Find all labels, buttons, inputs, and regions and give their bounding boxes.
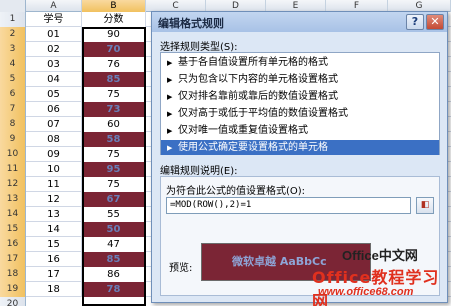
student-id-cell[interactable]: 13 xyxy=(26,207,82,222)
student-id-cell[interactable]: 06 xyxy=(26,102,82,117)
student-id-cell[interactable]: 12 xyxy=(26,192,82,207)
row-header[interactable]: 16 xyxy=(0,237,26,252)
row-header[interactable]: 12 xyxy=(0,177,26,192)
score-cell[interactable]: 60 xyxy=(82,117,146,132)
close-button[interactable]: ✕ xyxy=(426,14,444,30)
row-header[interactable]: 17 xyxy=(0,252,26,267)
column-header-a[interactable]: A xyxy=(26,0,82,12)
score-cell[interactable]: 76 xyxy=(82,57,146,72)
row-header[interactable]: 2 xyxy=(0,27,26,42)
row-header[interactable]: 5 xyxy=(0,72,26,87)
student-id-cell[interactable]: 15 xyxy=(26,237,82,252)
row-header[interactable]: 6 xyxy=(0,87,26,102)
row-header[interactable]: 7 xyxy=(0,102,26,117)
student-id-cell[interactable]: 05 xyxy=(26,87,82,102)
rule-type-item[interactable]: ▶ 仅对排名靠前或靠后的数值设置格式 xyxy=(161,89,439,104)
triangle-right-icon: ▶ xyxy=(167,93,173,101)
row-header[interactable]: 3 xyxy=(0,42,26,57)
rule-type-list[interactable]: ▶ 基于各自值设置所有单元格的格式 ▶ 只为包含以下内容的单元格设置格式 ▶ 仅对排名… xyxy=(160,52,440,155)
student-id-cell[interactable]: 17 xyxy=(26,267,82,282)
formula-input[interactable]: =MOD(ROW(),2)=1 xyxy=(166,197,411,214)
student-id-cell[interactable]: 03 xyxy=(26,57,82,72)
formula-label: 为符合此公式的值设置格式(O): xyxy=(166,186,306,197)
score-cell[interactable]: 75 xyxy=(82,87,146,102)
rule-type-item[interactable]: ▶ 基于各自值设置所有单元格的格式 xyxy=(161,55,439,70)
dialog-titlebar[interactable]: 编辑格式规则 ? ✕ xyxy=(152,12,447,32)
preview-label: 预览: xyxy=(169,263,193,274)
student-id-cell[interactable]: 14 xyxy=(26,222,82,237)
triangle-right-icon: ▶ xyxy=(167,127,173,135)
score-cell[interactable]: 86 xyxy=(82,267,146,282)
score-cell[interactable]: 75 xyxy=(82,177,146,192)
triangle-right-icon: ▶ xyxy=(167,110,173,118)
row-header[interactable]: 14 xyxy=(0,207,26,222)
triangle-right-icon: ▶ xyxy=(167,144,173,152)
row-header[interactable]: 19 xyxy=(0,282,26,297)
score-cell[interactable]: 95 xyxy=(82,162,146,177)
row-header[interactable]: 10 xyxy=(0,147,26,162)
student-id-cell[interactable]: 07 xyxy=(26,117,82,132)
cell-a1[interactable]: 学号 xyxy=(26,12,82,27)
column-header-b[interactable]: B xyxy=(82,0,146,12)
score-cell[interactable]: 78 xyxy=(82,282,146,297)
row-header[interactable]: 20 xyxy=(0,297,26,306)
row-header[interactable]: 18 xyxy=(0,267,26,282)
student-id-cell[interactable]: 11 xyxy=(26,177,82,192)
triangle-right-icon: ▶ xyxy=(167,76,173,84)
cell-b1[interactable]: 分数 xyxy=(82,12,146,27)
score-cell[interactable]: 75 xyxy=(82,147,146,162)
student-id-cell[interactable]: 10 xyxy=(26,162,82,177)
row-header[interactable]: 8 xyxy=(0,117,26,132)
rule-type-item[interactable]: ▶ 仅对唯一值或重复值设置格式 xyxy=(161,123,439,138)
student-id-cell[interactable]: 02 xyxy=(26,42,82,57)
student-id-cell[interactable]: 09 xyxy=(26,147,82,162)
dialog-title: 编辑格式规则 xyxy=(158,17,224,30)
score-cell[interactable]: 67 xyxy=(82,192,146,207)
help-button[interactable]: ? xyxy=(406,14,424,30)
row-header[interactable]: 13 xyxy=(0,192,26,207)
range-select-icon[interactable]: ◧ xyxy=(416,197,434,214)
rule-type-item-selected[interactable]: ▶ 使用公式确定要设置格式的单元格 xyxy=(161,140,439,155)
rule-type-item[interactable]: ▶ 只为包含以下内容的单元格设置格式 xyxy=(161,72,439,87)
student-id-cell[interactable]: 04 xyxy=(26,72,82,87)
score-cell[interactable]: 73 xyxy=(82,102,146,117)
score-cell[interactable]: 55 xyxy=(82,207,146,222)
select-all-corner[interactable] xyxy=(0,0,26,12)
rule-description-panel: 为符合此公式的值设置格式(O): =MOD(ROW(),2)=1 ◧ 预览: 微… xyxy=(160,176,440,296)
score-cell[interactable]: 47 xyxy=(82,237,146,252)
edit-format-rule-dialog: 编辑格式规则 ? ✕ 选择规则类型(S): ▶ 基于各自值设置所有单元格的格式 ▶… xyxy=(151,11,448,303)
score-cell[interactable]: 70 xyxy=(82,42,146,57)
row-header[interactable]: 9 xyxy=(0,132,26,147)
select-rule-type-label: 选择规则类型(S): xyxy=(160,42,238,53)
score-cell[interactable]: 85 xyxy=(82,252,146,267)
student-id-cell[interactable]: 08 xyxy=(26,132,82,147)
edit-rule-description-label: 编辑规则说明(E): xyxy=(160,166,238,177)
row-header[interactable]: 15 xyxy=(0,222,26,237)
format-preview: 微软卓越 AaBbCc xyxy=(201,243,371,281)
score-cell[interactable]: 90 xyxy=(82,27,146,42)
score-cell[interactable]: 85 xyxy=(82,72,146,87)
row-header[interactable]: 4 xyxy=(0,57,26,72)
score-cell[interactable]: 58 xyxy=(82,132,146,147)
student-id-cell[interactable]: 01 xyxy=(26,27,82,42)
rule-type-item[interactable]: ▶ 仅对高于或低于平均值的数值设置格式 xyxy=(161,106,439,121)
score-cell[interactable]: 50 xyxy=(82,222,146,237)
row-header[interactable]: 11 xyxy=(0,162,26,177)
triangle-right-icon: ▶ xyxy=(167,59,173,67)
row-header[interactable]: 1 xyxy=(0,12,26,27)
student-id-cell[interactable]: 16 xyxy=(26,252,82,267)
student-id-cell[interactable]: 18 xyxy=(26,282,82,297)
